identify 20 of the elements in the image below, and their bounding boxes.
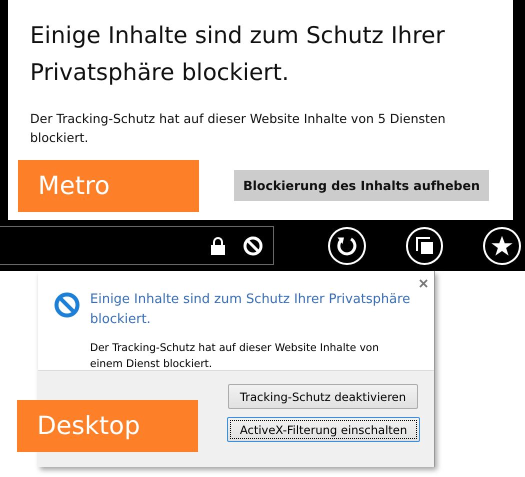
address-field[interactable]: [0, 226, 274, 265]
tag-label: Metro: [18, 160, 199, 212]
unblock-button[interactable]: Blockierung des Inhalts aufheben: [234, 170, 489, 201]
blocked-icon: [243, 236, 264, 256]
lock-icon: [211, 236, 226, 254]
tabs-button[interactable]: [406, 226, 444, 264]
dialog-message: Der Tracking-Schutz hat auf dieser Website Inhalte von einem Dienst blockiert.: [90, 341, 380, 372]
favorites-button[interactable]: [483, 226, 521, 264]
refresh-button[interactable]: [328, 226, 366, 264]
disable-tracking-button[interactable]: Tracking-Schutz deaktivieren: [228, 384, 418, 409]
dialog-title: Einige Inhalte sind zum Schutz Ihrer Privatsphäre blockiert.: [30, 22, 446, 88]
activex-filter-button[interactable]: ActiveX-Filterung einschalten: [227, 417, 420, 442]
refresh-icon: [336, 234, 358, 256]
tag-label: Desktop: [17, 400, 198, 452]
tabs-icon: [414, 236, 435, 256]
dialog-message: Der Tracking-Schutz hat auf dieser Website Inhalte von 5 Diensten blockiert.: [30, 110, 447, 147]
dialog-title: Einige Inhalte sind zum Schutz Ihrer Privatsphäre blockiert.: [90, 291, 412, 329]
close-icon[interactable]: [419, 279, 428, 288]
star-icon: [491, 234, 514, 256]
blocked-icon: [54, 292, 80, 318]
